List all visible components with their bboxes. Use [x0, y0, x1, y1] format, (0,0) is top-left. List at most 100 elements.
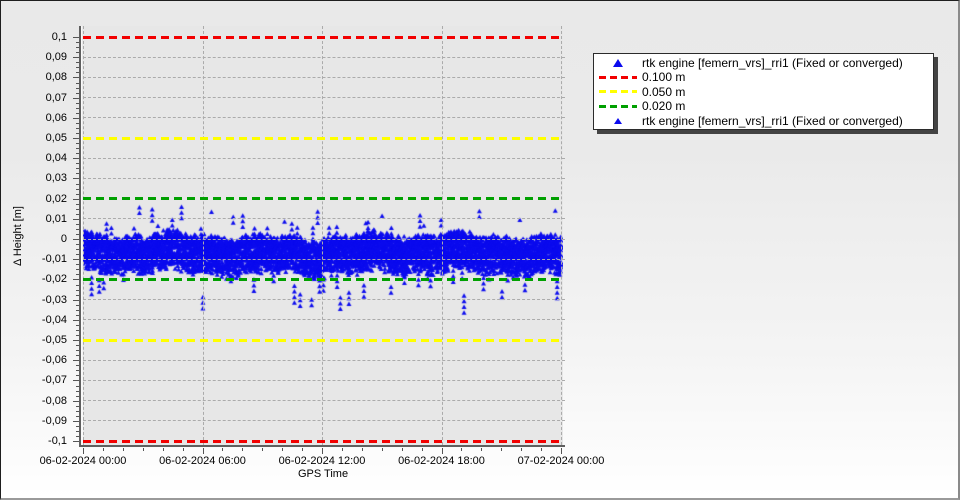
x-axis-minor-tick [122, 448, 124, 451]
x-axis-minor-tick [481, 448, 483, 451]
y-axis-minor-tick [76, 127, 79, 129]
y-axis-hilite [81, 26, 82, 447]
y-tick-label: 0,1 [51, 31, 67, 43]
y-axis-minor-tick [76, 42, 79, 44]
triangle-marker-icon [613, 58, 623, 67]
y-axis-minor-tick [76, 274, 79, 276]
h-gridline [83, 97, 565, 99]
x-tick-label: 06-02-2024 00:00 [39, 455, 127, 467]
y-axis-major-tick [73, 239, 79, 240]
y-axis-minor-tick [76, 436, 79, 437]
x-axis-minor-tick [262, 448, 264, 451]
y-tick-label: -0,04 [41, 313, 67, 326]
y-axis-minor-tick [76, 405, 79, 407]
x-axis-minor-tick [102, 448, 104, 451]
legend-item: rtk engine [femern_vrs]_rri1 (Fixed or c… [594, 114, 933, 128]
scatter-plot-canvas [83, 26, 563, 445]
legend-swatch [594, 90, 642, 93]
y-axis-minor-tick [76, 234, 79, 235]
x-tick-label: 06-02-2024 12:00 [278, 455, 366, 467]
y-tick-label: -0,06 [41, 354, 67, 367]
y-axis-minor-tick [76, 269, 79, 271]
x-axis-minor-tick [222, 448, 224, 451]
h-gridline [83, 258, 565, 260]
threshold-line [83, 136, 561, 140]
h-gridline [83, 299, 565, 301]
y-axis-minor-tick [76, 294, 79, 296]
y-axis-minor-tick [76, 133, 79, 134]
legend-item-label: rtk engine [femern_vrs]_rri1 (Fixed or c… [642, 113, 903, 128]
y-axis-minor-tick [76, 62, 79, 64]
y-axis-minor-tick [76, 87, 79, 89]
y-axis-minor-tick [76, 143, 79, 145]
y-axis-minor-tick [76, 47, 79, 49]
y-axis-major-tick [73, 299, 79, 301]
y-axis-major-tick [73, 279, 79, 281]
h-gridline [83, 420, 565, 422]
y-axis-major-tick [73, 259, 79, 261]
y-tick-label: 0,06 [45, 111, 67, 124]
y-tick-label: 0,07 [45, 91, 67, 104]
threshold-line [83, 197, 561, 201]
y-tick-label: -0,02 [41, 273, 67, 286]
x-axis-minor-tick [501, 448, 503, 451]
y-axis-minor-tick [76, 289, 79, 291]
y-tick-label: -0,09 [41, 414, 67, 427]
x-axis-minor-tick [361, 448, 363, 451]
y-axis-minor-tick [76, 309, 79, 311]
y-axis-minor-tick [76, 375, 79, 377]
y-axis-minor-tick [76, 314, 79, 316]
v-gridline [202, 26, 204, 445]
y-tick-label: -0,01 [41, 253, 67, 266]
y-axis-minor-tick [76, 163, 79, 165]
dashed-line-icon [599, 90, 637, 93]
triangle-marker-icon [614, 117, 622, 124]
y-axis-major-tick [73, 158, 79, 160]
legend-swatch [594, 75, 642, 79]
y-axis-minor-tick [76, 112, 79, 114]
y-axis-minor-tick [76, 82, 79, 84]
y-axis-minor-tick [76, 72, 79, 74]
threshold-line [83, 338, 561, 342]
y-axis-minor-tick [76, 173, 79, 175]
y-axis-minor-tick [76, 385, 79, 387]
x-axis-minor-tick [421, 448, 423, 451]
x-axis-minor-tick [242, 448, 244, 451]
dashed-line-icon [599, 75, 637, 79]
v-gridline [441, 26, 443, 445]
y-axis-minor-tick [76, 335, 79, 336]
h-gridline [83, 76, 565, 78]
y-axis-major-tick [73, 97, 79, 99]
x-tick-label: 06-02-2024 06:00 [159, 455, 246, 467]
y-axis-minor-tick [76, 304, 79, 306]
y-axis-major-tick [73, 319, 79, 321]
h-gridline [83, 319, 565, 321]
y-axis-major-tick [73, 360, 79, 362]
x-axis-minor-tick [401, 448, 403, 451]
x-axis-title: GPS Time [297, 468, 349, 480]
x-axis-minor-tick [341, 448, 343, 451]
legend-swatch [594, 58, 642, 67]
y-axis-minor-tick [76, 153, 79, 155]
h-gridline [83, 177, 565, 179]
plot-area [83, 26, 565, 445]
h-gridline [83, 400, 565, 402]
legend-item: 0.020 m [594, 99, 933, 113]
h-gridline [83, 379, 565, 381]
y-axis-minor-tick [76, 365, 79, 367]
y-tick-label: 0,08 [45, 71, 67, 84]
x-axis-minor-tick [282, 448, 284, 451]
y-axis-major-tick [73, 420, 79, 422]
legend-item-label: rtk engine [femern_vrs]_rri1 (Fixed or c… [642, 55, 903, 70]
legend-item-label: 0.050 m [642, 84, 686, 99]
y-axis-major-tick [73, 37, 79, 38]
chart-window: 0,1 0,09 0,08 0,07 0,06 0,05 0,04 0,03 0,02 0,01 0… [0, 0, 960, 500]
y-axis-major-tick [73, 441, 79, 442]
threshold-line [83, 35, 561, 39]
y-axis-minor-tick [76, 102, 79, 104]
y-axis-major-tick [73, 198, 79, 200]
y-tick-label: -0,08 [41, 394, 67, 407]
h-gridline [83, 56, 565, 58]
legend-item-label: 0.020 m [642, 99, 686, 113]
y-axis-minor-tick [76, 264, 79, 266]
